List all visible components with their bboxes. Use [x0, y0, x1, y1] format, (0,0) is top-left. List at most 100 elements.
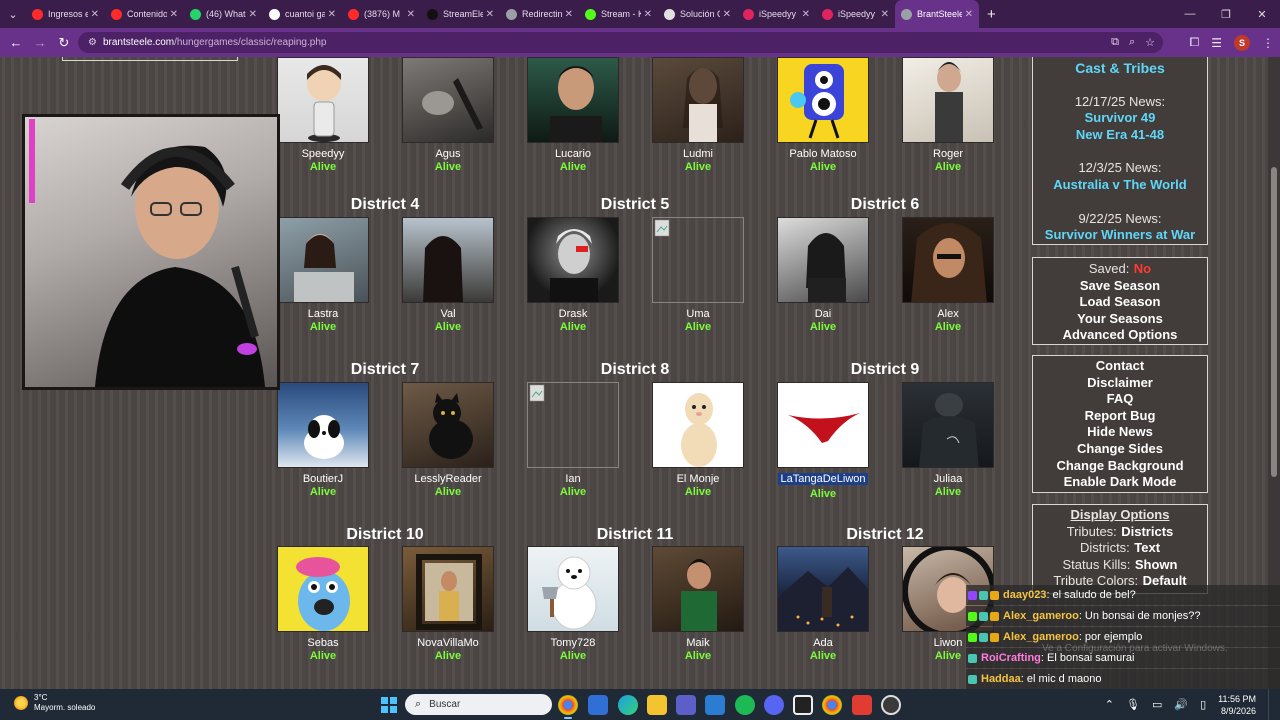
weather-widget[interactable]: 3°C Mayorm. soleado: [14, 693, 95, 713]
advanced-options-link[interactable]: Advanced Options: [1033, 327, 1207, 344]
obs-icon[interactable]: [881, 695, 901, 715]
bookmark-star-icon[interactable]: ☆: [1145, 36, 1155, 49]
forward-icon[interactable]: →: [28, 35, 52, 50]
option-value[interactable]: Text: [1134, 540, 1160, 555]
news-link[interactable]: Survivor 49: [1033, 110, 1207, 127]
browser-tab[interactable]: cuantoi gan✕: [263, 0, 342, 28]
news-link[interactable]: Australia v The World: [1033, 177, 1207, 194]
close-window-icon[interactable]: ✕: [1244, 8, 1280, 21]
windows-taskbar: 3°C Mayorm. soleado ⌕ Buscar ⌃ 🎙 ▭ 🔊 ▯ 11…: [0, 689, 1280, 720]
disclaimer-link[interactable]: Disclaimer: [1033, 375, 1207, 392]
contact-link[interactable]: Contact: [1033, 358, 1207, 375]
chat-text: : Un bonsai de monjes??: [1078, 610, 1201, 622]
tab-close-icon[interactable]: ✕: [486, 9, 494, 20]
tribute-card: Speedyy Alive: [277, 57, 369, 173]
sub-badge-icon: [968, 590, 977, 600]
tribute-card: Alex Alive: [902, 217, 994, 333]
tab-search-icon[interactable]: ⌄: [0, 0, 26, 28]
new-tab-button[interactable]: +: [979, 6, 1004, 23]
microphone-icon[interactable]: 🎙: [1126, 698, 1140, 711]
teams-icon[interactable]: [676, 695, 696, 715]
back-icon[interactable]: ←: [4, 35, 28, 50]
chrome-icon[interactable]: [558, 695, 578, 719]
minimize-icon[interactable]: —: [1172, 8, 1208, 20]
spotify-icon[interactable]: [735, 695, 755, 715]
tab-close-icon[interactable]: ✕: [881, 9, 889, 20]
tab-close-icon[interactable]: ✕: [802, 9, 810, 20]
translate-icon[interactable]: ⧉: [1111, 36, 1119, 49]
browser-tab[interactable]: (46) WhatsA✕: [184, 0, 263, 28]
save-season-link[interactable]: Save Season: [1033, 278, 1207, 295]
url-field[interactable]: ⚙ brantsteele.com/hungergames/classic/re…: [78, 32, 1163, 53]
file-explorer-icon[interactable]: [647, 695, 667, 715]
reload-icon[interactable]: ↻: [52, 35, 76, 51]
browser-tab[interactable]: StreamElem✕: [421, 0, 500, 28]
edge-icon[interactable]: [618, 695, 638, 715]
change-sides-link[interactable]: Change Sides: [1033, 441, 1207, 458]
tab-close-icon[interactable]: ✕: [644, 9, 652, 20]
tab-close-icon[interactable]: ✕: [328, 9, 336, 20]
browser-tab[interactable]: Stream - Kic✕: [579, 0, 658, 28]
search-icon: ⌕: [415, 698, 422, 710]
scrollbar-thumb[interactable]: [1271, 167, 1277, 477]
tab-close-icon[interactable]: ✕: [249, 9, 257, 20]
tribute-card: Lucario Alive: [527, 57, 619, 173]
chevron-up-icon[interactable]: ⌃: [1105, 698, 1114, 711]
restore-icon[interactable]: ❐: [1208, 8, 1244, 21]
browser-tab[interactable]: iSpeedyy (@✕: [816, 0, 895, 28]
dark-mode-link[interactable]: Enable Dark Mode: [1033, 474, 1207, 491]
zoom-icon[interactable]: ⌕: [1129, 36, 1135, 49]
show-desktop-button[interactable]: [1268, 689, 1280, 720]
url-path: /hungergames/classic/reaping.php: [174, 37, 327, 48]
kick-badge-icon: [968, 611, 977, 621]
load-season-link[interactable]: Load Season: [1033, 294, 1207, 311]
chrome-profile-icon[interactable]: [822, 695, 842, 715]
browser-tab[interactable]: Ingresos en✕: [26, 0, 105, 28]
browser-tab[interactable]: Solución OB✕: [658, 0, 737, 28]
tab-close-icon[interactable]: ✕: [723, 9, 731, 20]
store-icon[interactable]: [588, 695, 608, 715]
tab-close-icon[interactable]: ✕: [965, 9, 973, 20]
crown-badge-icon: [990, 611, 999, 621]
recorder-icon[interactable]: [852, 695, 872, 715]
display-options-title[interactable]: Display Options: [1033, 507, 1207, 524]
extensions-icon[interactable]: ⧠: [1190, 35, 1200, 50]
news-link[interactable]: Survivor Winners at War: [1033, 227, 1207, 244]
profile-avatar[interactable]: S: [1234, 34, 1250, 51]
your-seasons-link[interactable]: Your Seasons: [1033, 311, 1207, 328]
tribute-status: Alive: [434, 321, 462, 333]
tab-close-icon[interactable]: ✕: [565, 9, 573, 20]
option-label: Districts:: [1079, 540, 1130, 556]
capcut-icon[interactable]: [793, 695, 813, 715]
browser-menu-icon[interactable]: ⋮: [1262, 36, 1274, 50]
browser-tab[interactable]: BrantSteele ✕: [895, 0, 979, 28]
tribute-photo: [277, 57, 369, 143]
option-value[interactable]: Shown: [1135, 557, 1178, 572]
browser-tab[interactable]: Redirecting✕: [500, 0, 579, 28]
browser-tab[interactable]: (3876) M ✕: [342, 0, 421, 28]
tab-close-icon[interactable]: ✕: [91, 9, 99, 20]
tab-close-icon[interactable]: ✕: [170, 9, 178, 20]
tab-close-icon[interactable]: ✕: [407, 9, 415, 20]
news-link[interactable]: New Era 41-48: [1033, 127, 1207, 144]
battery-icon[interactable]: ▯: [1200, 698, 1206, 711]
discord-icon[interactable]: [764, 695, 784, 715]
faq-link[interactable]: FAQ: [1033, 391, 1207, 408]
browser-tab[interactable]: iSpeedyy Re✕: [737, 0, 816, 28]
taskbar-search-input[interactable]: ⌕ Buscar: [405, 694, 552, 715]
browser-tab[interactable]: Contenido d✕: [105, 0, 184, 28]
option-value[interactable]: Districts: [1121, 524, 1173, 539]
clock[interactable]: 11:56 PM 8/9/2026: [1218, 693, 1256, 717]
site-info-icon[interactable]: ⚙: [88, 37, 97, 48]
report-bug-link[interactable]: Report Bug: [1033, 408, 1207, 425]
hide-news-link[interactable]: Hide News: [1033, 424, 1207, 441]
mail-icon[interactable]: [705, 695, 725, 715]
change-background-link[interactable]: Change Background: [1033, 458, 1207, 475]
cast-tribes-link[interactable]: Cast & Tribes: [1033, 60, 1207, 77]
media-controls-icon[interactable]: ☰: [1211, 36, 1222, 50]
chat-message: daay023 : el saludo de bel?: [966, 585, 1280, 605]
network-icon[interactable]: ▭: [1152, 698, 1162, 711]
windows-start-icon[interactable]: [381, 697, 397, 713]
gift-badge-icon: [968, 653, 977, 663]
volume-icon[interactable]: 🔊: [1174, 698, 1188, 711]
